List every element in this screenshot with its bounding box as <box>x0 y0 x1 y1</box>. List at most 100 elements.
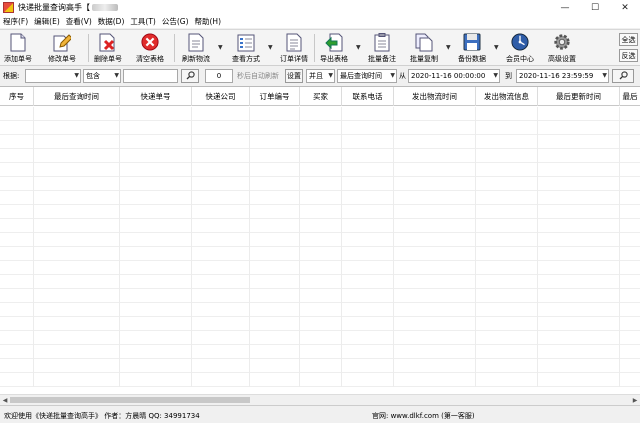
column-header-ship-time[interactable]: 发出物流时间 <box>394 87 476 106</box>
grid-row-line <box>0 358 640 359</box>
grid-column-line <box>341 107 342 387</box>
filter-by-label: 根据: <box>3 72 20 80</box>
scrollbar-thumb[interactable] <box>10 397 250 403</box>
menu-program[interactable]: 程序(F) <box>3 16 28 27</box>
auto-refresh-settings-button[interactable]: 设置 <box>285 69 303 83</box>
column-header-order-number[interactable]: 订单编号 <box>250 87 300 106</box>
close-button[interactable]: ✕ <box>610 0 640 15</box>
column-header-truncated[interactable]: 最后 <box>620 87 640 106</box>
column-header-ship-info[interactable]: 发出物流信息 <box>476 87 538 106</box>
menu-edit[interactable]: 编辑(E) <box>34 16 60 27</box>
menu-tools[interactable]: 工具(T) <box>130 16 155 27</box>
keyword-input[interactable] <box>123 69 178 83</box>
grid-row-line <box>0 302 640 303</box>
advanced-settings-button[interactable]: 高级设置 <box>548 32 576 66</box>
column-header-phone[interactable]: 联系电话 <box>342 87 394 106</box>
grid-row-line <box>0 204 640 205</box>
grid-row-line <box>0 218 640 219</box>
export-dropdown-arrow[interactable]: ▼ <box>356 44 361 51</box>
column-header-buyer[interactable]: 买家 <box>300 87 342 106</box>
from-date-picker[interactable]: 2020-11-16 00:00:00 ▼ <box>408 69 500 83</box>
match-mode-select[interactable]: 包含 ▼ <box>83 69 121 83</box>
refresh-seconds-input[interactable]: 0 <box>205 69 233 83</box>
order-detail-button[interactable]: 订单详情 <box>280 32 308 66</box>
column-header-last-query-time[interactable]: 最后查询时间 <box>34 87 120 106</box>
toolbar: 添加单号 修改单号 删除单号 清空表格 刷新物流 ▼ 查看方式 ▼ 订单详情 导… <box>0 29 640 66</box>
column-header-index[interactable]: 序号 <box>0 87 34 106</box>
grid-column-line <box>191 107 192 387</box>
maximize-button[interactable]: ☐ <box>580 0 610 15</box>
to-label: 到 <box>505 72 512 80</box>
date-search-button[interactable] <box>612 69 634 83</box>
grid-row-line <box>0 330 640 331</box>
gear-icon <box>553 32 571 52</box>
edit-pencil-icon <box>53 32 71 52</box>
grid-row-line <box>0 246 640 247</box>
results-table[interactable]: 序号 最后查询时间 快递单号 快递公司 订单编号 买家 联系电话 发出物流时间 … <box>0 86 640 404</box>
modify-number-button[interactable]: 修改单号 <box>48 32 76 66</box>
table-body[interactable] <box>0 107 640 387</box>
export-arrow-icon <box>325 32 343 52</box>
chevron-down-icon: ▼ <box>114 72 119 79</box>
scroll-left-arrow[interactable]: ◀ <box>0 395 10 404</box>
member-globe-icon <box>511 32 529 52</box>
view-mode-button[interactable]: 查看方式 <box>232 32 260 66</box>
filter-field-select[interactable]: ▼ <box>25 69 81 83</box>
copy-dropdown-arrow[interactable]: ▼ <box>446 44 451 51</box>
app-logo-icon <box>3 2 14 13</box>
export-table-button[interactable]: 导出表格 <box>320 32 348 66</box>
view-mode-dropdown-arrow[interactable]: ▼ <box>268 44 273 51</box>
calendar-dropdown-icon: ▼ <box>602 72 607 79</box>
grid-row-line <box>0 288 640 289</box>
logic-select[interactable]: 并且 ▼ <box>306 69 335 83</box>
status-welcome-text: 欢迎使用《快递批量查询高手》 作者：方晨晴 QQ: 34991734 <box>4 412 200 420</box>
toolbar-separator <box>88 34 89 62</box>
menu-help[interactable]: 帮助(H) <box>195 16 222 27</box>
clear-table-button[interactable]: 清空表格 <box>136 32 164 66</box>
save-disk-icon <box>463 32 481 52</box>
grid-row-line <box>0 148 640 149</box>
menu-view[interactable]: 查看(V) <box>66 16 92 27</box>
horizontal-scrollbar[interactable]: ◀ ▶ <box>0 394 640 404</box>
grid-row-line <box>0 176 640 177</box>
menu-notice[interactable]: 公告(G) <box>162 16 189 27</box>
title-redacted <box>92 4 118 11</box>
grid-column-line <box>299 107 300 387</box>
member-center-button[interactable]: 会员中心 <box>506 32 534 66</box>
batch-note-button[interactable]: 批量备注 <box>368 32 396 66</box>
column-header-tracking-number[interactable]: 快递单号 <box>120 87 192 106</box>
time-field-select[interactable]: 最后查询时间 ▼ <box>337 69 397 83</box>
to-date-picker[interactable]: 2020-11-16 23:59:59 ▼ <box>516 69 609 83</box>
calendar-dropdown-icon: ▼ <box>493 72 498 79</box>
filter-bar: 根据: ▼ 包含 ▼ 0 秒后自动刷新 设置 并且 ▼ 最后查询时间 ▼ 从 2… <box>0 67 640 85</box>
from-label: 从 <box>399 72 406 80</box>
menu-data[interactable]: 数据(D) <box>98 16 125 27</box>
backup-dropdown-arrow[interactable]: ▼ <box>494 44 499 51</box>
chevron-down-icon: ▼ <box>390 72 395 79</box>
column-header-last-update-time[interactable]: 最后更新时间 <box>538 87 620 106</box>
refresh-dropdown-arrow[interactable]: ▼ <box>218 44 223 51</box>
grid-column-line <box>475 107 476 387</box>
search-button[interactable] <box>181 69 199 83</box>
minimize-button[interactable]: — <box>550 0 580 15</box>
backup-data-button[interactable]: 备份数据 <box>458 32 486 66</box>
grid-column-line <box>119 107 120 387</box>
search-icon <box>186 70 195 82</box>
grid-column-line <box>537 107 538 387</box>
delete-number-button[interactable]: 删除单号 <box>94 32 122 66</box>
column-header-courier[interactable]: 快递公司 <box>192 87 250 106</box>
grid-column-line <box>619 107 620 387</box>
scroll-right-arrow[interactable]: ▶ <box>630 395 640 404</box>
grid-row-line <box>0 316 640 317</box>
view-list-icon <box>237 32 255 52</box>
status-bar: 欢迎使用《快递批量查询高手》 作者：方晨晴 QQ: 34991734 官网: w… <box>0 405 640 423</box>
title-bar: 快递批量查询高手【 — ☐ ✕ <box>0 0 640 15</box>
chevron-down-icon: ▼ <box>328 72 333 79</box>
invert-selection-button[interactable]: 反选 <box>619 49 638 62</box>
select-all-button[interactable]: 全选 <box>619 33 638 46</box>
refresh-logistics-button[interactable]: 刷新物流 <box>182 32 210 66</box>
grid-row-line <box>0 386 640 387</box>
add-number-button[interactable]: 添加单号 <box>4 32 32 66</box>
grid-row-line <box>0 190 640 191</box>
batch-copy-button[interactable]: 批量复制 <box>410 32 438 66</box>
